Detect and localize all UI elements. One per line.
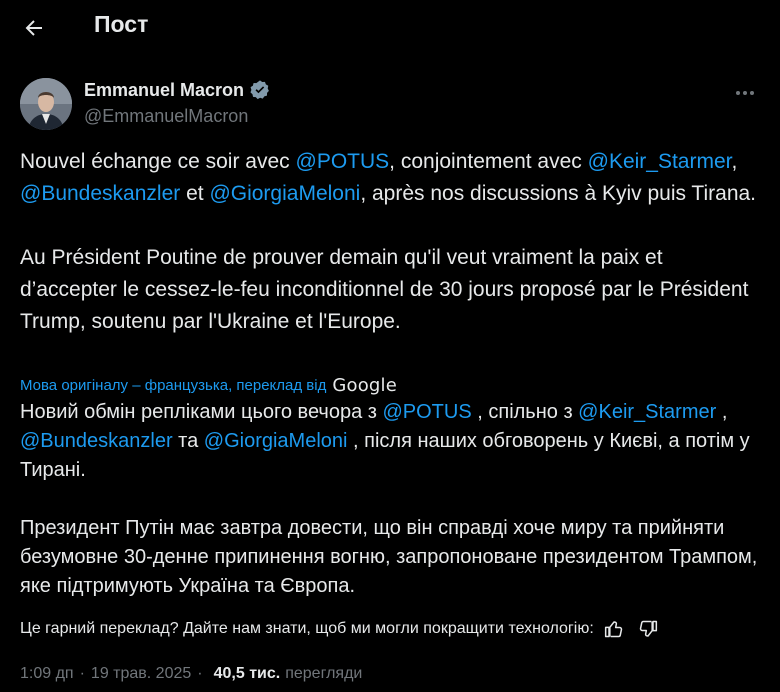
thumbs-up-button[interactable] [600, 615, 628, 643]
author-name[interactable]: Emmanuel Macron [84, 80, 244, 101]
more-options-button[interactable] [730, 78, 760, 108]
tweet-meta: 1:09 дп · 19 трав. 2025 · 40,5 тис. пере… [20, 665, 362, 683]
views-label: перегляди [285, 665, 363, 682]
translation-note-link[interactable]: Мова оригіналу – французька, переклад ві… [20, 377, 326, 394]
thumbs-down-icon [639, 620, 657, 637]
tweet-paragraph: Новий обмін репліками цього вечора з @PO… [20, 398, 760, 485]
page-title: Пост [94, 11, 149, 37]
tweet-text-segment: , [716, 401, 728, 423]
tweet-paragraph: Nouvel échange ce soir avec @POTUS, conj… [20, 146, 760, 210]
arrow-left-icon [25, 20, 42, 36]
feedback-prompt: Це гарний переклад? Дайте нам знати, щоб… [20, 620, 594, 637]
mention-link[interactable]: @Keir_Starmer [578, 401, 716, 423]
translation-feedback: Це гарний переклад? Дайте нам знати, щоб… [20, 615, 760, 643]
translation-attribution: Мова оригіналу – французька, переклад ві… [20, 375, 397, 396]
thumbs-down-button[interactable] [634, 615, 662, 643]
more-horizontal-icon [736, 91, 754, 95]
tweet-time[interactable]: 1:09 дп [20, 665, 74, 683]
avatar-portrait-icon [20, 78, 72, 130]
tweet-text-segment: Nouvel échange ce soir avec [20, 150, 296, 173]
back-button[interactable] [14, 8, 54, 48]
thumbs-up-icon [604, 621, 622, 638]
mention-link[interactable]: @Keir_Starmer [588, 150, 732, 173]
mention-link[interactable]: @GiorgiaMeloni [209, 182, 360, 205]
author-handle[interactable]: @EmmanuelMacron [84, 106, 248, 127]
meta-separator: · [79, 665, 85, 682]
views-count: 40,5 тис. [213, 665, 281, 682]
author-block: Emmanuel Macron @EmmanuelMacron [20, 76, 760, 132]
tweet-text-segment: , après nos discussions à Kyiv puis Tira… [360, 182, 757, 205]
mention-link[interactable]: @Bundeskanzler [20, 430, 173, 452]
mention-link[interactable]: @POTUS [382, 401, 471, 423]
top-bar: Пост [0, 0, 780, 54]
author-name-row: Emmanuel Macron [84, 79, 271, 101]
tweet-text-segment: та [172, 430, 204, 452]
google-logo: Google [332, 375, 398, 396]
tweet-original-text: Nouvel échange ce soir avec @POTUS, conj… [20, 146, 760, 338]
mention-link[interactable]: @Bundeskanzler [20, 182, 180, 205]
tweet-text-segment: et [180, 182, 210, 205]
tweet-translated-text: Новий обмін репліками цього вечора з @PO… [20, 398, 760, 601]
tweet-paragraph: Au Président Poutine de prouver demain q… [20, 246, 749, 333]
mention-link[interactable]: @POTUS [296, 150, 390, 173]
tweet-date[interactable]: 19 трав. 2025 [91, 665, 191, 683]
meta-separator: · [197, 665, 203, 682]
tweet-text-segment: , conjointement avec [389, 150, 588, 173]
verified-badge-icon[interactable] [249, 79, 271, 101]
tweet-paragraph: Президент Путін має завтра довести, що в… [20, 517, 758, 597]
avatar[interactable] [20, 78, 72, 130]
tweet-text-segment: Новий обмін репліками цього вечора з [20, 401, 383, 423]
mention-link[interactable]: @GiorgiaMeloni [204, 430, 348, 452]
tweet-text-segment: , спільно з [471, 401, 579, 423]
tweet-text-segment: , [731, 150, 738, 173]
